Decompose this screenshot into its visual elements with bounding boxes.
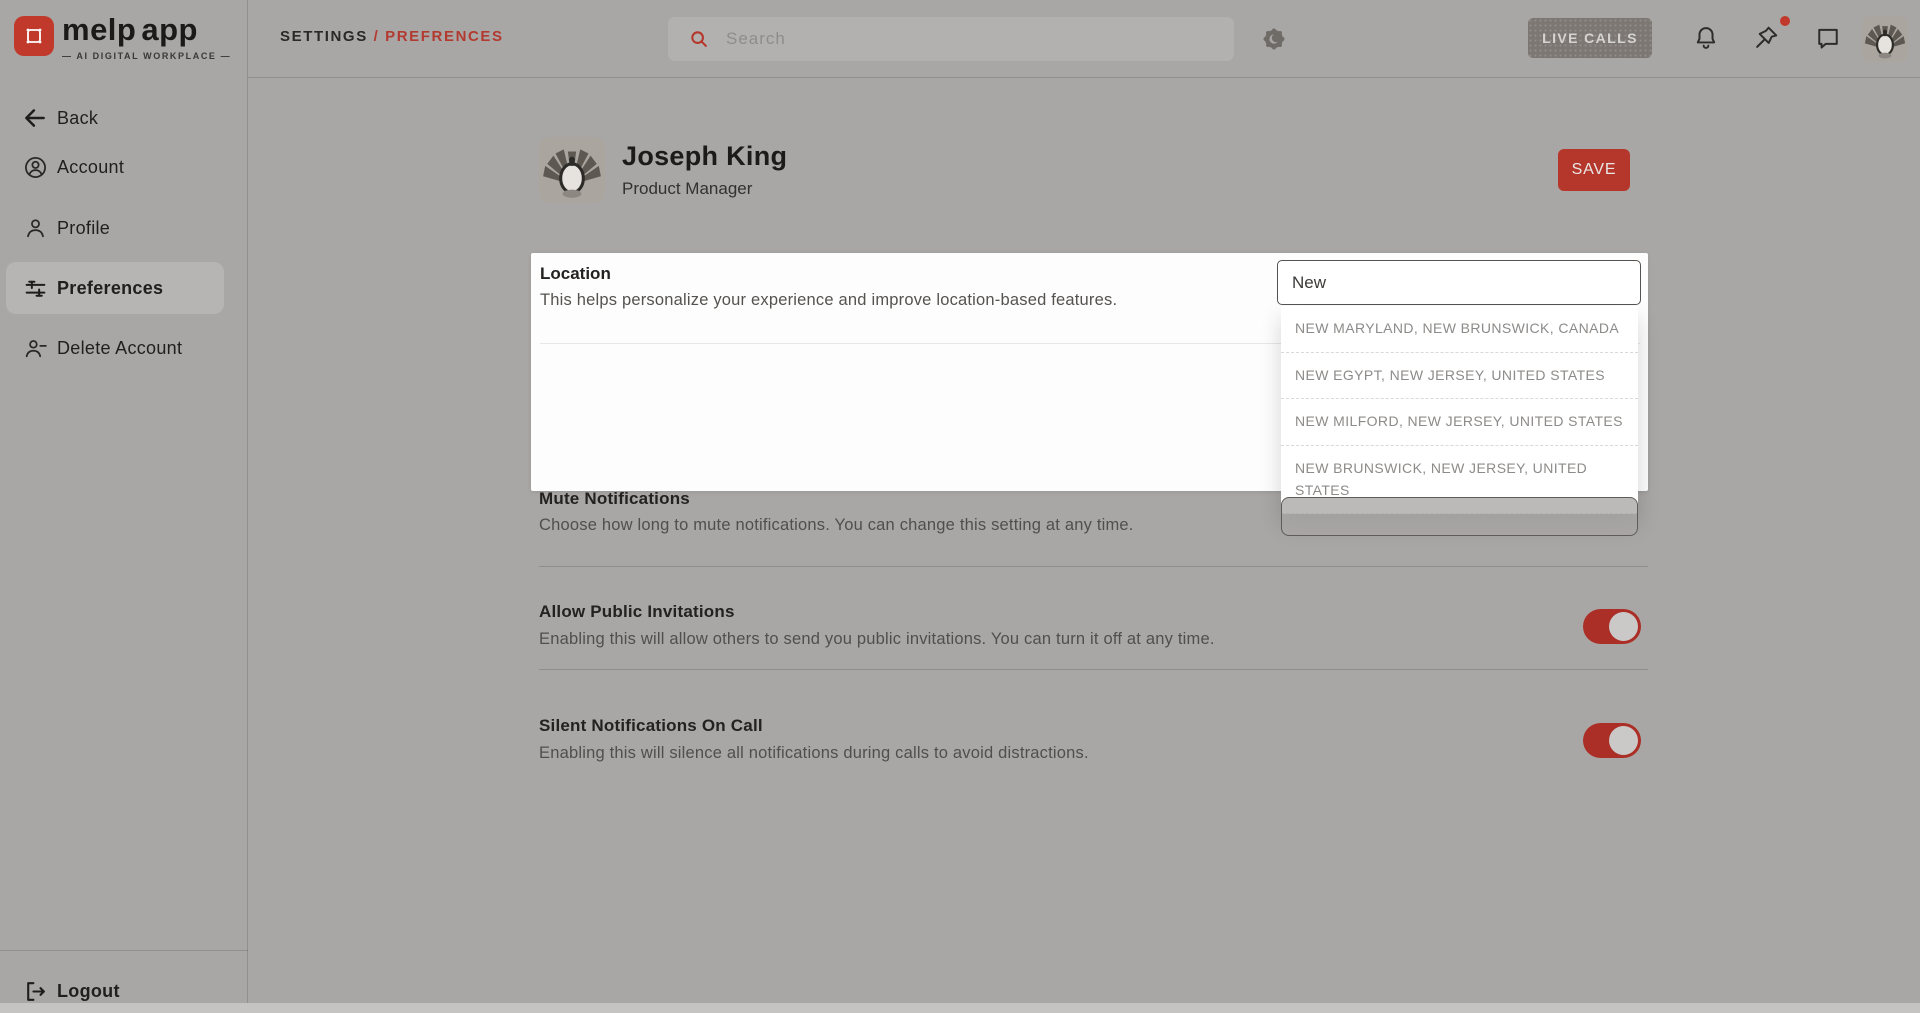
back-button[interactable]: Back xyxy=(0,93,248,143)
sidebar-item-preferences[interactable]: Preferences xyxy=(6,262,224,314)
toggle-knob xyxy=(1609,612,1638,641)
section-divider xyxy=(539,566,1648,567)
topbar: SETTINGS / PREFRENCES LIVE CALLS xyxy=(248,0,1920,78)
user-avatar[interactable] xyxy=(1862,16,1908,62)
arrow-left-icon xyxy=(22,105,48,131)
chat-icon[interactable] xyxy=(1814,24,1842,52)
wordmark: melpapp — AI DIGITAL WORKPLACE — xyxy=(62,12,231,61)
breadcrumb-page: PREFRENCES xyxy=(385,28,504,45)
app-logo[interactable]: melpapp — AI DIGITAL WORKPLACE — xyxy=(14,12,231,61)
brand-name-light: app xyxy=(141,12,198,47)
profile-avatar xyxy=(539,137,605,203)
live-calls-button[interactable]: LIVE CALLS xyxy=(1528,18,1652,58)
location-description: This helps personalize your experience a… xyxy=(540,291,1117,310)
suggestion-option[interactable]: NEW MILFORD, NEW JERSEY, UNITED STATES xyxy=(1281,399,1638,446)
person-minus-icon xyxy=(22,335,48,361)
profile-name: Joseph King xyxy=(622,141,787,172)
breadcrumb-section[interactable]: SETTINGS xyxy=(280,28,368,45)
mute-notifications-title: Mute Notifications xyxy=(539,489,690,509)
silent-notifications-toggle[interactable] xyxy=(1583,723,1641,758)
breadcrumb-separator: / xyxy=(368,28,385,45)
brand-name-bold: melp xyxy=(62,12,136,47)
bell-icon[interactable] xyxy=(1692,24,1720,52)
sidebar: melpapp — AI DIGITAL WORKPLACE — Back Ac… xyxy=(0,0,248,1013)
sidebar-item-delete-account[interactable]: Delete Account xyxy=(0,323,248,373)
allow-public-invitations-toggle[interactable] xyxy=(1583,609,1641,644)
suggestion-option[interactable]: NEW EGYPT, NEW JERSEY, UNITED STATES xyxy=(1281,353,1638,400)
sidebar-item-profile[interactable]: Profile xyxy=(0,203,248,253)
logout-icon xyxy=(22,978,48,1004)
brand-tagline: — AI DIGITAL WORKPLACE — xyxy=(62,51,231,61)
pin-icon[interactable] xyxy=(1752,24,1780,52)
toggle-knob xyxy=(1609,726,1638,755)
location-input[interactable] xyxy=(1277,260,1641,305)
suggestion-option[interactable]: NEW MARYLAND, NEW BRUNSWICK, CANADA xyxy=(1281,306,1638,353)
breadcrumb: SETTINGS / PREFRENCES xyxy=(280,28,504,45)
save-button[interactable]: SAVE xyxy=(1558,149,1630,191)
sliders-icon xyxy=(22,275,48,301)
sidebar-divider xyxy=(0,950,248,951)
logout-label: Logout xyxy=(57,981,120,1002)
sidebar-item-label: Delete Account xyxy=(57,338,182,359)
notification-dot xyxy=(1780,16,1790,26)
back-label: Back xyxy=(57,108,98,129)
search-icon xyxy=(688,28,710,50)
allow-public-invitations-description: Enabling this will allow others to send … xyxy=(539,630,1215,649)
theme-moon-icon[interactable] xyxy=(1261,26,1287,52)
sidebar-item-label: Preferences xyxy=(57,278,163,299)
person-icon xyxy=(22,215,48,241)
mute-notifications-description: Choose how long to mute notifications. Y… xyxy=(539,516,1134,535)
location-title: Location xyxy=(540,264,611,284)
melp-logo-icon xyxy=(14,16,54,56)
account-circle-icon xyxy=(22,154,48,180)
allow-public-invitations-title: Allow Public Invitations xyxy=(539,602,735,622)
profile-role: Product Manager xyxy=(622,179,752,199)
sidebar-item-account[interactable]: Account xyxy=(0,142,248,192)
section-divider xyxy=(539,669,1648,670)
sidebar-item-label: Account xyxy=(57,157,124,178)
horizontal-scrollbar-track[interactable] xyxy=(0,1003,1920,1013)
silent-notifications-title: Silent Notifications On Call xyxy=(539,716,763,736)
sidebar-item-label: Profile xyxy=(57,218,110,239)
location-suggestions-dropdown: NEW MARYLAND, NEW BRUNSWICK, CANADA NEW … xyxy=(1281,306,1638,514)
search-input[interactable] xyxy=(726,29,1186,49)
search-bar[interactable] xyxy=(668,17,1234,61)
silent-notifications-description: Enabling this will silence all notificat… xyxy=(539,744,1089,763)
mute-duration-select[interactable] xyxy=(1281,497,1638,536)
